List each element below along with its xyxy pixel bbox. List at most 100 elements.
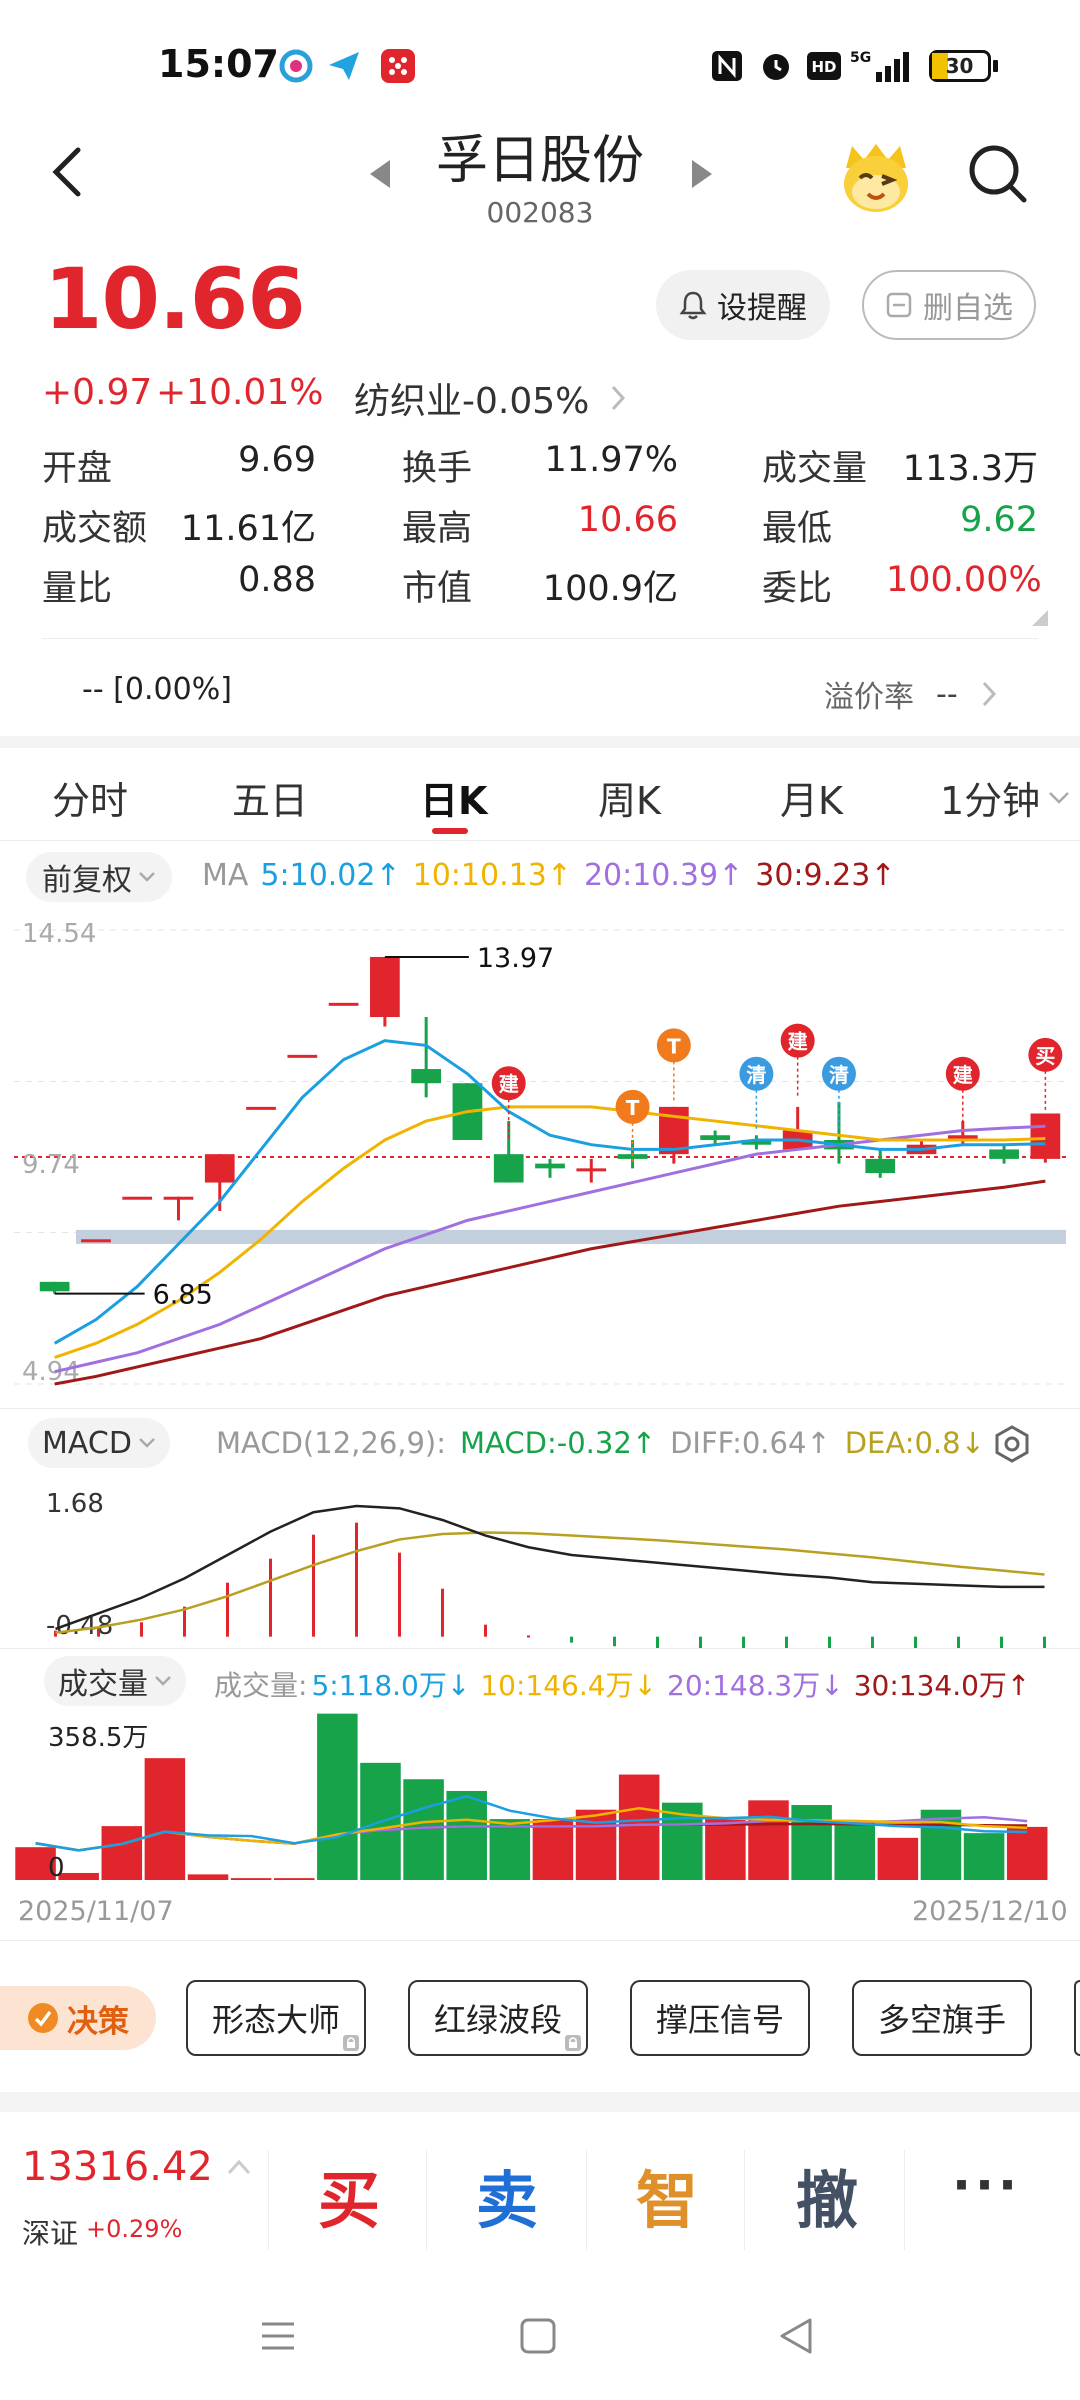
- next-stock-button[interactable]: [686, 156, 716, 192]
- ma30-value: 30:9.23↑: [755, 858, 896, 893]
- volume-bar: [144, 1758, 186, 1880]
- stat-value-high: 10.66: [577, 500, 678, 540]
- volume-y-tick: 0: [48, 1853, 65, 1883]
- more-button[interactable]: ···: [952, 2156, 1021, 2214]
- pattern-master-button[interactable]: 形态大师: [186, 1980, 366, 2056]
- indicator-settings-button[interactable]: [992, 1424, 1032, 1464]
- remove-watchlist-button[interactable]: 删自选: [862, 270, 1036, 340]
- vol10-value: 10:146.4万↓: [480, 1669, 657, 1702]
- macd-indicator-dropdown[interactable]: MACD: [28, 1418, 170, 1468]
- volume-prefix: 成交量:: [214, 1669, 308, 1702]
- macd-histogram-bar: [699, 1636, 702, 1648]
- ma-title: MA: [202, 858, 249, 893]
- stock-name: 孚日股份: [435, 131, 644, 191]
- low-marker-label: 6.85: [153, 1280, 213, 1311]
- diff-line: [55, 1504, 1045, 1631]
- macd-histogram-bar: [570, 1636, 573, 1643]
- triangle-right-icon: [692, 160, 712, 188]
- cancel-order-button[interactable]: 撤: [796, 2150, 858, 2240]
- index-ticker[interactable]: 13316.42: [22, 2144, 251, 2190]
- stock-code: 002083: [486, 196, 594, 229]
- set-alert-button[interactable]: 设提醒: [656, 270, 830, 340]
- premium-rate-link[interactable]: 溢价率 --: [824, 672, 998, 716]
- vol30-value: 30:134.0万↑: [853, 1669, 1031, 1702]
- index-change: +0.29%: [86, 2215, 183, 2243]
- volume-bar: [230, 1878, 272, 1880]
- dea-value: DEA:0.8↓: [844, 1426, 985, 1460]
- network-type: 5G: [850, 50, 871, 66]
- volume-bar: [273, 1878, 315, 1880]
- chevron-right-icon: [612, 385, 626, 411]
- remove-watchlist-label: 删自选: [923, 291, 1013, 326]
- support-resistance-button[interactable]: 撑压信号: [630, 1980, 810, 2056]
- stat-value-amount: 11.61亿: [180, 509, 316, 549]
- sell-button[interactable]: 卖: [476, 2150, 538, 2240]
- tab-daily-k[interactable]: 日K: [420, 770, 487, 825]
- expand-stats-button[interactable]: [1032, 610, 1048, 626]
- volume-bar: [705, 1819, 746, 1880]
- hd-icon: HD: [806, 48, 842, 84]
- chevron-down-icon: [1049, 791, 1070, 804]
- volume-bar: [101, 1826, 143, 1880]
- macd-histogram-bar: [441, 1588, 444, 1637]
- mascot-button[interactable]: [836, 140, 916, 216]
- stat-label-amount: 成交额: [42, 509, 148, 549]
- macd-chart[interactable]: 1.68-0.48: [0, 1472, 1080, 1648]
- decision-icon: [28, 2003, 58, 2033]
- macd-histogram-bar: [484, 1624, 487, 1637]
- adjust-dropdown[interactable]: 前复权: [26, 852, 172, 902]
- stat-value-low: 9.62: [960, 500, 1038, 540]
- premium-left: -- [0.00%]: [82, 672, 232, 707]
- volume-bar: [877, 1837, 919, 1880]
- strategy-badge[interactable]: 决策: [0, 1986, 156, 2050]
- signal-label: 建: [788, 1030, 808, 1054]
- candle-body: [493, 1154, 524, 1183]
- volume-indicator-dropdown[interactable]: 成交量: [44, 1656, 186, 1706]
- macd-histogram-bar: [398, 1552, 401, 1637]
- volume-bar: [489, 1819, 531, 1880]
- volume-bar: [446, 1790, 487, 1880]
- search-button[interactable]: [964, 140, 1030, 206]
- home-icon[interactable]: [518, 2316, 558, 2356]
- candlestick-chart[interactable]: 14.549.744.9413.976.85建TT 建清清建买: [0, 904, 1080, 1404]
- candle-body: [700, 1135, 730, 1140]
- macd-params: MACD(12,26,9):: [216, 1426, 447, 1460]
- back-nav-icon[interactable]: [776, 2316, 816, 2356]
- diff-value: DIFF:0.64↑: [670, 1426, 831, 1460]
- candle-body: [163, 1196, 194, 1200]
- macd-histogram-bar: [312, 1534, 315, 1637]
- bull-bear-flag-button[interactable]: 多空旗手: [852, 1980, 1032, 2056]
- stat-value-bid-ratio: 100.00%: [886, 560, 1042, 600]
- tabs-divider: [0, 840, 1080, 841]
- smart-trade-button[interactable]: 智: [636, 2150, 698, 2240]
- vol5-value: 5:118.0万↓: [311, 1669, 471, 1702]
- volume-legend: 成交量: 5:118.0万↓ 10:146.4万↓ 20:148.3万↓ 30:…: [214, 1664, 1030, 1704]
- stat-label-high: 最高: [402, 509, 473, 549]
- stat-value-open: 9.69: [238, 440, 316, 480]
- macd-histogram-bar: [742, 1636, 745, 1648]
- premium-rate-label: 溢价率: [824, 680, 914, 715]
- strategy-badge-label: 决策: [67, 2003, 129, 2040]
- tab-intraday[interactable]: 分时: [52, 770, 128, 825]
- candle-body: [204, 1154, 235, 1183]
- pattern-master-label: 形态大师: [211, 2001, 340, 2039]
- tab-monthly-k[interactable]: 月K: [780, 770, 843, 825]
- buy-button[interactable]: 买: [318, 2150, 380, 2240]
- volume-bar: [317, 1713, 358, 1880]
- candle-body: [81, 1239, 111, 1243]
- tab-weekly-k[interactable]: 周K: [598, 770, 661, 825]
- volume-bar: [748, 1800, 789, 1880]
- menu-icon[interactable]: [258, 2316, 298, 2356]
- candle-body: [411, 1069, 442, 1084]
- tab-minute-dropdown[interactable]: 1分钟: [940, 770, 1070, 825]
- industry-label: 纺织业-0.05%: [354, 381, 590, 422]
- red-green-wave-button[interactable]: 红绿波段: [408, 1980, 588, 2056]
- macd-histogram-bar: [140, 1622, 143, 1637]
- date-end: 2025/12/10: [912, 1896, 1068, 1927]
- adjust-label: 前复权: [42, 863, 132, 898]
- macd-histogram-bar: [527, 1635, 530, 1638]
- candle-body: [1030, 1113, 1061, 1159]
- industry-link[interactable]: 纺织业-0.05%: [354, 372, 627, 424]
- tab-five-day[interactable]: 五日: [232, 770, 308, 825]
- macd-value: MACD:-0.32↑: [460, 1426, 657, 1460]
